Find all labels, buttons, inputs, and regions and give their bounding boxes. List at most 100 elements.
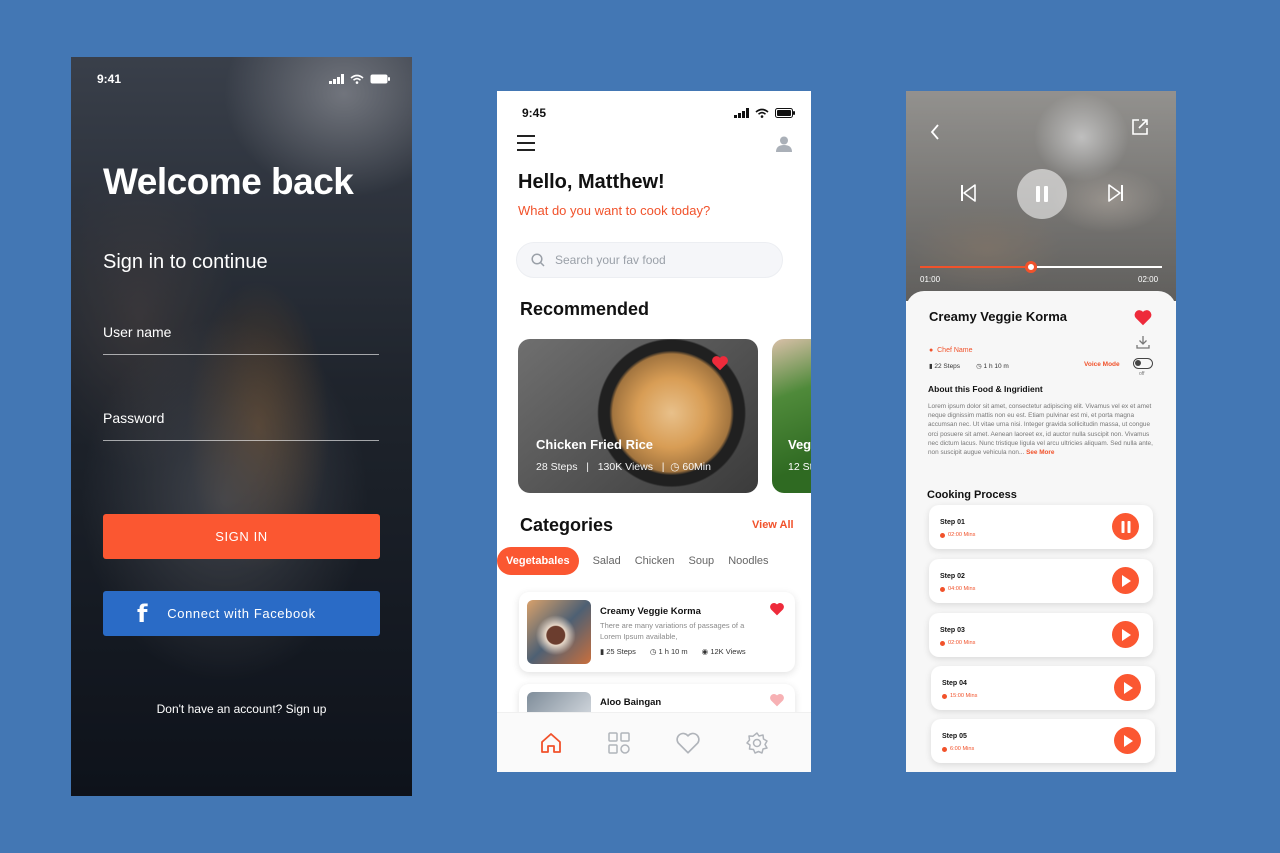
recipe-title: Creamy Veggie Korma	[600, 606, 701, 617]
category-chip-vegetables[interactable]: Vegetabales	[497, 547, 579, 575]
heart-filled-icon[interactable]	[769, 602, 785, 616]
password-field[interactable]: Password	[103, 410, 379, 441]
search-icon	[531, 253, 545, 267]
eye-icon: ◉	[701, 647, 709, 656]
step-item[interactable]: Step 05 6:00 Mins	[931, 719, 1155, 763]
home-screen: 9:45 Hello, Matthew! What do you want to…	[497, 91, 811, 772]
video-player[interactable]: 01:00 02:00	[906, 91, 1176, 301]
person-icon: ●	[929, 347, 934, 354]
video-time-current: 01:00	[920, 275, 941, 284]
battery-icon	[775, 108, 795, 118]
step-pause-button[interactable]	[1112, 513, 1139, 540]
facebook-button-label: Connect with Facebook	[167, 606, 316, 621]
status-time: 9:45	[522, 106, 547, 120]
video-progress-fill	[920, 266, 1032, 268]
list-item[interactable]: Creamy Veggie Korma There are many varia…	[519, 592, 795, 672]
download-icon[interactable]	[1135, 334, 1151, 350]
recommended-title: Recommended	[520, 299, 650, 319]
home-icon[interactable]	[539, 731, 563, 755]
search-input[interactable]: Search your fav food	[516, 242, 783, 278]
step-name: Step 02	[940, 573, 965, 580]
about-title: About this Food & Ingridient	[928, 384, 1043, 394]
step-item[interactable]: Step 04 15:00 Mins	[931, 666, 1155, 710]
clock-icon	[942, 746, 947, 752]
pause-button[interactable]	[1017, 169, 1067, 219]
gear-icon[interactable]	[745, 731, 769, 755]
grid-icon[interactable]	[607, 731, 631, 755]
skip-next-icon[interactable]	[1108, 183, 1124, 203]
category-chip-noodles[interactable]: Noodles	[728, 555, 768, 567]
chef-name: ● Chef Name	[929, 347, 973, 354]
signin-button[interactable]: SIGN IN	[103, 514, 380, 559]
step-duration: 15:00 Mins	[942, 693, 977, 699]
hamburger-menu-icon[interactable]	[517, 135, 535, 156]
step-play-button[interactable]	[1114, 727, 1141, 754]
voice-mode-toggle[interactable]	[1133, 358, 1153, 369]
recipe-title: Creamy Veggie Korma	[929, 309, 1068, 324]
recommended-card[interactable]: Chicken Fried Rice 28 Steps | 130K Views…	[518, 339, 758, 493]
view-all-link[interactable]: View All	[752, 519, 794, 531]
category-chip-soup[interactable]: Soup	[688, 555, 714, 567]
recipe-meta: ▮ 25 Steps ◷ 1 h 10 m ◉ 12K Views	[600, 647, 746, 656]
status-time: 9:41	[97, 72, 122, 86]
greeting-text: Hello, Matthew!	[518, 171, 665, 193]
video-time-total: 02:00	[1138, 275, 1159, 284]
heart-filled-icon[interactable]	[711, 355, 729, 371]
voice-mode-label: Voice Mode	[1084, 361, 1120, 368]
category-chips: Vegetabales Salad Chicken Soup Noodles	[497, 547, 783, 575]
step-play-button[interactable]	[1112, 567, 1139, 594]
step-item[interactable]: Step 01 02:00 Mins	[929, 505, 1153, 549]
back-arrow-icon[interactable]	[930, 123, 940, 141]
clock-icon: ◷	[649, 647, 657, 656]
recipe-meta: 28 Steps | 130K Views | ◷ 60Min	[536, 461, 711, 473]
category-chip-chicken[interactable]: Chicken	[635, 555, 675, 567]
toggle-state-label: off	[1139, 371, 1145, 377]
step-duration: 02:00 Mins	[940, 640, 975, 646]
heart-light-icon[interactable]	[769, 693, 785, 707]
step-name: Step 03	[940, 627, 965, 634]
recipe-title: Veg	[788, 437, 811, 452]
see-more-link[interactable]: See More	[1026, 449, 1054, 456]
signal-icon	[734, 108, 749, 118]
play-icon	[1123, 681, 1133, 694]
video-progress-track[interactable]	[920, 266, 1162, 268]
step-duration: 02:00 Mins	[940, 532, 975, 538]
cooking-process-title: Cooking Process	[927, 489, 1017, 501]
clock-icon	[940, 532, 945, 538]
user-profile-icon[interactable]	[775, 135, 793, 153]
signup-link[interactable]: Don't have an account? Sign up	[71, 702, 412, 716]
about-text: Lorem ipsum dolor sit amet, consectetur …	[928, 403, 1153, 457]
signal-icon	[329, 74, 344, 84]
step-play-button[interactable]	[1114, 674, 1141, 701]
category-chip-salad[interactable]: Salad	[593, 555, 621, 567]
status-bar: 9:41	[71, 69, 412, 89]
steps-icon: ▮	[929, 363, 933, 370]
recommended-card[interactable]: Veg 12 St	[772, 339, 811, 493]
clock-icon	[940, 586, 945, 592]
facebook-connect-button[interactable]: f Connect with Facebook	[103, 591, 380, 636]
recipe-thumbnail	[527, 600, 591, 664]
signin-subtitle: Sign in to continue	[103, 251, 268, 273]
recipe-description: There are many variations of passages of…	[600, 621, 745, 641]
play-icon	[1123, 734, 1133, 747]
username-field[interactable]: User name	[103, 324, 379, 355]
clock-icon: ◷	[976, 363, 982, 370]
step-name: Step 01	[940, 519, 965, 526]
skip-previous-icon[interactable]	[960, 183, 976, 203]
step-play-button[interactable]	[1112, 621, 1139, 648]
heart-filled-icon[interactable]	[1133, 309, 1153, 326]
share-external-icon[interactable]	[1130, 117, 1150, 137]
cook-prompt: What do you want to cook today?	[518, 203, 711, 218]
heart-outline-icon[interactable]	[675, 731, 701, 755]
wifi-icon	[350, 74, 364, 84]
facebook-icon: f	[137, 600, 149, 628]
welcome-title: Welcome back	[103, 161, 354, 202]
pause-icon	[1036, 186, 1048, 202]
step-item[interactable]: Step 02 04:00 Mins	[929, 559, 1153, 603]
play-icon	[1121, 574, 1131, 587]
categories-title: Categories	[520, 515, 614, 535]
steps-icon: ▮	[600, 647, 605, 656]
step-item[interactable]: Step 03 02:00 Mins	[929, 613, 1153, 657]
clock-icon	[942, 693, 947, 699]
search-placeholder: Search your fav food	[555, 253, 666, 267]
